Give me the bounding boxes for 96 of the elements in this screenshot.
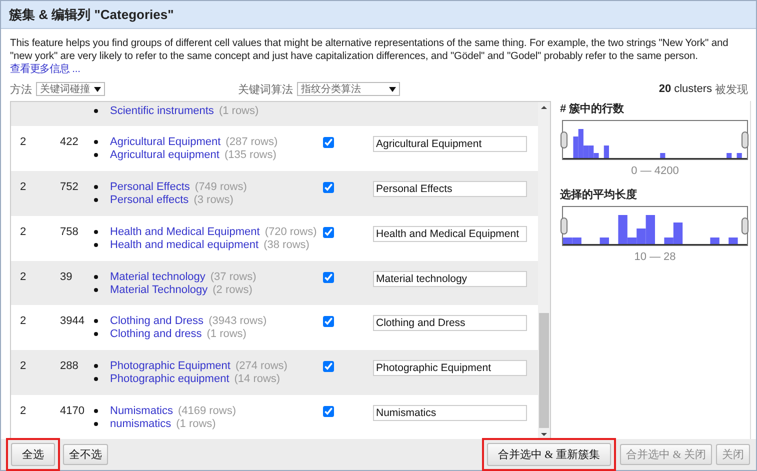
value-count: (274 rows) <box>235 360 288 372</box>
scrollbar[interactable] <box>538 101 551 441</box>
clusters-count: 20 <box>658 83 672 95</box>
bullet-icon <box>93 138 99 145</box>
value-count: (1 rows) <box>218 105 259 117</box>
facet-title: 选择的平均长度 <box>560 188 637 202</box>
value-link[interactable]: Scientific instruments <box>110 105 214 117</box>
method-label: 方法 <box>10 82 32 96</box>
bullet-icon <box>93 363 99 370</box>
bullet-icon <box>93 274 99 280</box>
function-label: 关键词算法 <box>238 82 293 96</box>
value-link[interactable]: Photographic equipment <box>110 373 230 386</box>
merge-checkbox[interactable] <box>323 406 334 418</box>
value-count: (135 rows) <box>224 148 276 161</box>
cluster-size: 2 <box>20 360 26 372</box>
value-link[interactable]: Personal Effects <box>110 180 190 193</box>
histogram-drawing[interactable] <box>560 120 750 162</box>
value-count: (749 rows) <box>194 180 247 193</box>
new-value-field[interactable]: Personal Effects <box>373 180 527 197</box>
bullet-icon <box>93 376 99 382</box>
bullet-icon <box>93 318 99 324</box>
bullet-icon <box>93 408 99 414</box>
description-text: This feature helps you find groups of different cell values that might be alternative representations of the same thing. For example, the two strings "New York" and "new york" are very likely to refer to the same concept and just have capitalization differences, and "Gödel" and "Godel" probably refer to the same person. 查看更多信息 ... <box>10 37 730 76</box>
value-link[interactable]: numismatics <box>110 418 172 430</box>
value-link[interactable]: Personal effects <box>110 194 189 206</box>
value-count: (4169 rows) <box>178 405 236 418</box>
dropdown-arrow-icon <box>94 86 101 92</box>
dialog-button[interactable]: 合并选中 & 重新簇集 <box>486 443 611 466</box>
range-label: 0 — 4200 <box>631 165 679 177</box>
value-count: (3943 rows) <box>208 315 267 328</box>
value-count: (287 rows) <box>226 136 278 148</box>
value-count: (14 rows) <box>234 373 280 386</box>
value-link[interactable]: Health and medical equipment <box>110 238 259 251</box>
value-link[interactable]: Clothing and Dress <box>110 315 204 328</box>
dialog-button[interactable]: 全选 <box>11 443 55 466</box>
cluster-size: 2 <box>20 226 26 238</box>
value-link[interactable]: Agricultural Equipment <box>110 136 221 148</box>
value-link[interactable]: Agricultural equipment <box>110 148 220 161</box>
row-count: 3944 <box>60 315 84 328</box>
merge-checkbox[interactable] <box>323 316 334 328</box>
histogram-drawing[interactable] <box>560 206 750 248</box>
clusters-label: clusters <box>674 83 712 95</box>
new-value-field[interactable]: Numismatics <box>373 405 527 422</box>
value-count: (3 rows) <box>194 194 234 206</box>
value-count: (720 rows) <box>264 226 317 238</box>
merge-checkbox[interactable] <box>323 272 334 283</box>
value-link[interactable]: Material technology <box>110 270 206 283</box>
value-count: (38 rows) <box>264 238 310 251</box>
value-link[interactable]: Photographic Equipment <box>110 360 230 372</box>
bullet-icon <box>93 242 99 248</box>
more-info-link[interactable]: 查看更多信息 ... <box>10 64 80 75</box>
bullet-icon <box>93 152 99 158</box>
row-count: 422 <box>60 136 78 148</box>
bullet-icon <box>93 184 99 190</box>
value-link[interactable]: Material Technology <box>110 284 208 296</box>
value-link[interactable]: Health and Medical Equipment <box>110 226 260 238</box>
new-value-field[interactable]: Health and Medical Equipment <box>373 226 527 242</box>
value-count: (1 rows) <box>176 418 216 430</box>
value-link[interactable]: Clothing and dress <box>110 328 202 340</box>
row-count: 758 <box>60 226 78 238</box>
row-count: 288 <box>60 360 78 372</box>
window-title: 簇集 & 编辑列 "Categories" <box>9 6 174 24</box>
merge-checkbox[interactable] <box>323 226 334 238</box>
merge-checkbox[interactable] <box>323 182 334 193</box>
value-count: (37 rows) <box>210 270 256 283</box>
facet-title: # 簇中的行数 <box>560 102 624 116</box>
new-value-field[interactable]: Clothing and Dress <box>373 315 527 332</box>
row-count: 752 <box>60 180 78 193</box>
cluster-size: 2 <box>20 315 26 328</box>
merge-checkbox[interactable] <box>323 136 334 148</box>
bullet-icon <box>93 108 99 114</box>
cluster-size: 2 <box>20 405 26 418</box>
bullet-icon <box>93 286 99 293</box>
bullet-icon <box>93 196 99 203</box>
method-dropdown[interactable]: 关键词碰撞 <box>36 82 105 96</box>
dialog-button[interactable]: 全不选 <box>63 444 108 465</box>
value-count: (1 rows) <box>206 328 246 340</box>
bullet-icon <box>93 331 99 338</box>
bullet-icon <box>93 228 99 235</box>
new-value-field[interactable]: Agricultural Equipment <box>373 136 527 152</box>
new-value-field[interactable]: Material technology <box>373 270 527 287</box>
dropdown-arrow-icon <box>389 86 396 92</box>
scroll-thumb[interactable] <box>539 313 549 428</box>
cluster-size: 2 <box>20 136 26 148</box>
row-count: 39 <box>60 270 72 283</box>
found-label: 被发现 <box>715 82 748 96</box>
row-count: 4170 <box>60 405 84 418</box>
new-value-field[interactable]: Photographic Equipment <box>373 360 527 376</box>
value-link[interactable]: Numismatics <box>110 405 173 418</box>
function-dropdown[interactable]: 指纹分类算法 <box>297 82 400 96</box>
bullet-icon <box>93 421 99 428</box>
cluster-size: 2 <box>20 180 26 193</box>
merge-checkbox[interactable] <box>323 361 334 372</box>
value-count: (2 rows) <box>212 284 252 296</box>
cluster-size: 2 <box>20 270 26 283</box>
range-label: 10 — 28 <box>634 251 676 263</box>
